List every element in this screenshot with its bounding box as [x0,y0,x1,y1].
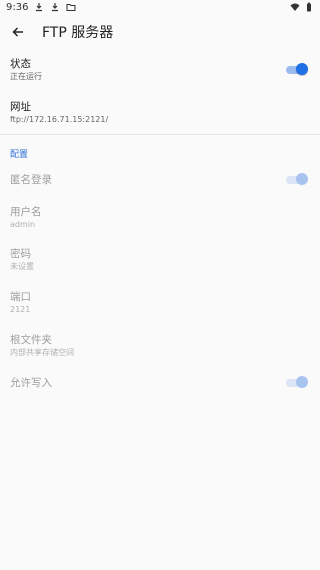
address-row[interactable]: 网址 ftp://172.16.71.15:2121/ [10,101,310,125]
download-icon [36,3,43,12]
back-button[interactable] [4,18,32,46]
port-row[interactable]: 端口 2121 [10,291,310,315]
anonymous-login-row[interactable]: 匿名登录 [10,174,310,187]
status-toggle[interactable] [286,63,308,77]
port-value: 2121 [10,305,31,314]
allow-write-row[interactable]: 允许写入 [10,377,310,390]
status-left: 9:36 [6,2,76,13]
battery-icon [307,2,311,12]
status-right [290,2,314,12]
address-value: ftp://172.16.71.15:2121/ [10,115,109,124]
status-value: 正在运行 [10,72,42,81]
status-time: 9:36 [6,1,29,13]
allow-write-label: 允许写入 [10,377,52,389]
toggle-thumb [296,376,308,388]
password-label: 密码 [10,248,31,260]
port-label: 端口 [10,291,31,303]
folder-icon [66,4,76,11]
root-folder-row[interactable]: 根文件夹 内部共享存储空间 [10,334,310,358]
status-bar: 9:36 [0,0,320,14]
status-row[interactable]: 状态 正在运行 [10,58,310,82]
username-row[interactable]: 用户名 admin [10,206,310,230]
status-label: 状态 [10,58,31,70]
download-icon [52,3,59,12]
section-header-config: 配置 [10,150,29,160]
anonymous-login-toggle[interactable] [286,173,308,187]
username-value: admin [10,220,36,229]
password-value: 未设置 [10,262,34,271]
arrow-back-icon [12,27,23,37]
address-label: 网址 [10,101,31,113]
toggle-thumb [296,63,308,75]
page-title: FTP 服务器 [42,25,114,41]
root-folder-label: 根文件夹 [10,334,52,346]
username-label: 用户名 [10,206,42,218]
app-bar: FTP 服务器 [0,18,320,46]
password-row[interactable]: 密码 未设置 [10,248,310,272]
toggle-thumb [296,173,308,185]
root-folder-value: 内部共享存储空间 [10,348,74,357]
anonymous-login-label: 匿名登录 [10,174,52,186]
wifi-icon [290,3,300,11]
allow-write-toggle[interactable] [286,376,308,390]
divider [0,134,320,135]
